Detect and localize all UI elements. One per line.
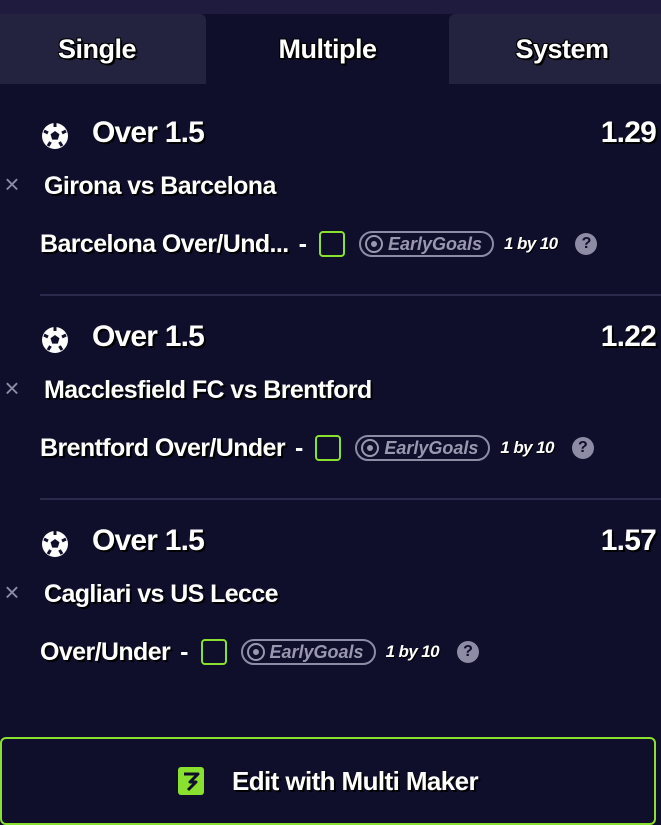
early-goals-badge: EarlyGoals <box>358 231 494 257</box>
market-name: Over 1.5 <box>92 524 205 557</box>
early-goals-checkbox[interactable] <box>200 639 227 665</box>
market-name: Over 1.5 <box>92 320 205 353</box>
early-goals-label: EarlyGoals <box>384 437 479 458</box>
early-goals-badge: EarlyGoals <box>240 639 376 665</box>
edit-multi-maker-button[interactable]: Edit with Multi Maker <box>0 737 656 825</box>
remove-leg-icon[interactable]: × <box>2 579 22 605</box>
soccer-ball-icon <box>42 531 68 557</box>
bet-option-row: Brentford Over/Under - EarlyGoals 1 by 1… <box>40 428 594 468</box>
early-goals-icon <box>361 439 380 457</box>
odds-value: 1.57 <box>600 524 657 557</box>
early-goals-label: EarlyGoals <box>269 641 364 662</box>
bet-selection: Over/Under <box>40 637 171 666</box>
market-name: Over 1.5 <box>92 116 205 149</box>
bet-selection: Brentford Over/Under <box>40 433 286 462</box>
separator-dash: - <box>298 229 307 258</box>
match-name: Cagliari vs US Lecce <box>44 580 279 608</box>
top-strip <box>0 0 661 14</box>
tab-single[interactable]: Single <box>0 14 206 84</box>
odds-value: 1.22 <box>600 320 657 353</box>
separator-dash: - <box>294 433 304 462</box>
remove-leg-icon[interactable]: × <box>2 171 22 197</box>
match-name: Girona vs Barcelona <box>44 172 276 200</box>
multi-maker-icon <box>178 767 205 795</box>
one-by-ten-label: 1 by 10 <box>385 642 440 661</box>
match-name: Macclesfield FC vs Brentford <box>44 376 372 404</box>
help-icon[interactable]: ? <box>575 233 598 255</box>
separator-dash: - <box>180 637 189 666</box>
tab-multiple[interactable]: Multiple <box>214 14 441 84</box>
tab-system[interactable]: System <box>449 14 661 84</box>
soccer-ball-icon <box>42 327 68 353</box>
one-by-ten-label: 1 by 10 <box>504 234 558 253</box>
early-goals-checkbox[interactable] <box>318 231 345 257</box>
help-icon[interactable]: ? <box>571 437 594 459</box>
early-goals-checkbox[interactable] <box>315 435 342 461</box>
bet-type-tabs: Single Multiple System <box>0 14 661 84</box>
early-goals-badge: EarlyGoals <box>355 435 491 461</box>
leg-divider <box>40 498 661 500</box>
help-icon[interactable]: ? <box>457 641 480 663</box>
early-goals-label: EarlyGoals <box>387 233 482 254</box>
bet-leg: Over 1.5 1.57 × Cagliari vs US Lecce Ove… <box>0 510 661 714</box>
remove-leg-icon[interactable]: × <box>2 375 22 401</box>
bet-leg: Over 1.5 1.29 × Girona vs Barcelona Barc… <box>0 102 661 306</box>
multi-maker-label: Edit with Multi Maker <box>232 765 479 796</box>
early-goals-icon <box>364 235 383 253</box>
early-goals-icon <box>246 643 265 661</box>
leg-divider <box>40 294 661 296</box>
odds-value: 1.29 <box>600 116 657 149</box>
bet-selection: Barcelona Over/Und... <box>40 229 289 258</box>
soccer-ball-icon <box>42 123 68 149</box>
bet-option-row: Over/Under - EarlyGoals 1 by 10 ? <box>40 632 480 672</box>
bet-option-row: Barcelona Over/Und... - EarlyGoals 1 by … <box>40 224 598 264</box>
one-by-ten-label: 1 by 10 <box>500 438 554 457</box>
bet-leg: Over 1.5 1.22 × Macclesfield FC vs Brent… <box>0 306 661 510</box>
